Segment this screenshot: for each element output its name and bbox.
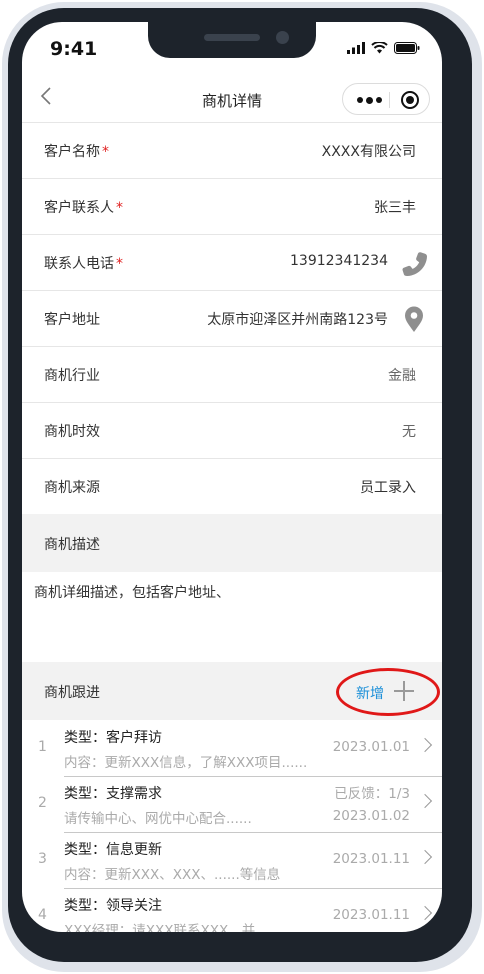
wifi-icon: [371, 42, 388, 54]
timeliness-value: 无: [402, 424, 416, 440]
description-header: 商机描述: [22, 514, 442, 572]
chevron-right-icon: [417, 905, 433, 921]
item-content: 请传输中心、网优中心配合......: [64, 811, 252, 827]
item-type: 类型：支撑需求: [64, 786, 162, 802]
item-content: XXX经理：请XXX联系XXX，并......: [64, 923, 281, 932]
chevron-right-icon: [417, 737, 433, 753]
item-index: 1: [38, 739, 47, 755]
item-content: 内容：更新XXX信息，了解XXX项目......: [64, 755, 308, 771]
field-label: 商机行业: [44, 368, 100, 384]
required-mark: *: [116, 200, 123, 216]
industry-value: 金融: [388, 368, 416, 384]
field-label: 商机来源: [44, 480, 100, 496]
description-text: 商机详细描述，包括客户地址、: [34, 585, 230, 601]
customer-name-value: XXXX有限公司: [321, 144, 416, 160]
phone-value: 13912341234: [290, 253, 388, 269]
navigation-bar: 商机详情: [22, 78, 442, 122]
field-row-source: 商机来源 员工录入: [22, 458, 442, 514]
required-mark: *: [116, 256, 123, 272]
location-pin-icon[interactable]: [400, 305, 428, 333]
follow-up-label: 商机跟进: [44, 685, 100, 701]
highlight-annotation-circle: [336, 668, 440, 716]
field-label: 客户地址: [44, 312, 100, 328]
field-label: 商机时效: [44, 424, 100, 440]
status-time: 9:41: [50, 38, 98, 60]
item-date: 2023.01.11: [332, 907, 410, 923]
follow-up-item[interactable]: 1 类型：客户拜访 内容：更新XXX信息，了解XXX项目...... 2023.…: [22, 721, 442, 777]
item-type: 类型：领导关注: [64, 898, 162, 914]
field-row-address: 客户地址 太原市迎泽区并州南路123号: [22, 290, 442, 346]
more-dots-icon[interactable]: [357, 96, 382, 104]
item-index: 2: [38, 795, 47, 811]
status-icons: [347, 42, 420, 54]
item-index: 3: [38, 851, 47, 867]
follow-up-item[interactable]: 2 类型：支撑需求 请传输中心、网优中心配合...... 已反馈：1/3 202…: [22, 777, 442, 833]
item-date: 2023.01.01: [332, 739, 410, 755]
capsule-divider: [389, 92, 390, 108]
contact-value: 张三丰: [374, 200, 416, 216]
target-close-icon[interactable]: [401, 91, 419, 109]
chevron-right-icon: [417, 793, 433, 809]
front-camera: [276, 31, 289, 44]
device-notch: [148, 22, 316, 58]
chevron-right-icon: [417, 849, 433, 865]
item-date: 2023.01.02: [332, 808, 410, 824]
description-label: 商机描述: [44, 537, 100, 553]
follow-up-item[interactable]: 4 类型：领导关注 XXX经理：请XXX联系XXX，并...... 2023.0…: [22, 889, 442, 932]
item-date: 2023.01.11: [332, 851, 410, 867]
field-row-contact: 客户联系人 * 张三丰: [22, 178, 442, 234]
app-screen: 9:41 商机详情 客户名称 * XXXX有限公司 客户联系人 * 张三丰 联系…: [22, 22, 442, 932]
required-mark: *: [102, 144, 109, 160]
field-row-industry: 商机行业 金融: [22, 346, 442, 402]
mini-program-capsule: [342, 83, 430, 115]
address-value: 太原市迎泽区并州南路123号: [207, 312, 388, 328]
field-row-customer-name: 客户名称 * XXXX有限公司: [22, 122, 442, 178]
item-index: 4: [38, 907, 47, 923]
field-row-phone: 联系人电话 * 13912341234: [22, 234, 442, 290]
field-row-timeliness: 商机时效 无: [22, 402, 442, 458]
source-value: 员工录入: [360, 480, 416, 496]
item-type: 类型：客户拜访: [64, 730, 162, 746]
phone-icon[interactable]: [400, 249, 428, 277]
field-label: 客户名称 *: [44, 144, 109, 160]
signal-icon: [347, 42, 365, 54]
field-label: 联系人电话 *: [44, 256, 123, 272]
speaker-grille: [204, 34, 260, 41]
field-label: 客户联系人 *: [44, 200, 123, 216]
item-content: 内容：更新XXX、XXX、......等信息: [64, 867, 281, 883]
follow-up-item[interactable]: 3 类型：信息更新 内容：更新XXX、XXX、......等信息 2023.01…: [22, 833, 442, 889]
battery-icon: [394, 42, 420, 54]
item-type: 类型：信息更新: [64, 842, 162, 858]
item-feedback: 已反馈：1/3: [334, 786, 410, 802]
